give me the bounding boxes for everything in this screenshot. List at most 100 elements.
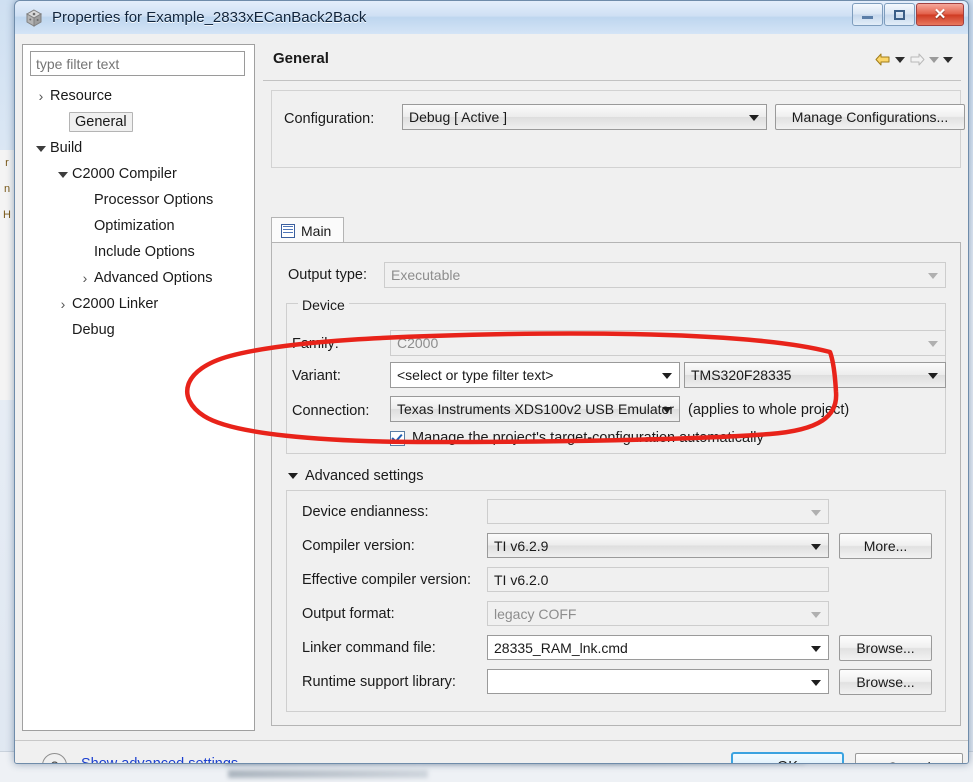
advanced-row-device-endianness: Device endianness: (286, 496, 946, 530)
dialog-body: Resource General Build C2000 Compiler Proces… (15, 34, 968, 763)
tab-main-label: Main (301, 222, 332, 239)
forward-arrow-icon (909, 52, 925, 67)
device-endianness-dropdown[interactable] (487, 499, 829, 524)
tab-main[interactable]: Main (271, 217, 345, 243)
linker-command-file-button[interactable]: Browse... (839, 635, 932, 661)
tree-item-optimization[interactable]: Optimization (23, 213, 254, 239)
tree-item-general[interactable]: General (23, 109, 254, 135)
connection-dropdown[interactable]: Texas Instruments XDS100v2 USB Emulator (390, 396, 680, 422)
tree-item-c2000-compiler[interactable]: C2000 Compiler (23, 161, 254, 187)
nav-menu-caret-icon[interactable] (943, 56, 953, 63)
tree-item-label: Build (50, 140, 83, 156)
advanced-row-effective-compiler-version: Effective compiler version: TI v6.2.0 (286, 564, 946, 598)
chevron-down-icon (811, 509, 821, 516)
chevron-down-icon (811, 543, 821, 550)
tree-item-label: Advanced Options (94, 270, 213, 286)
show-advanced-settings-link[interactable]: Show advanced settings (81, 756, 238, 763)
compiler-version-value: TI v6.2.9 (494, 537, 549, 554)
chevron-down-icon (928, 273, 938, 279)
back-dropdown-caret-icon[interactable] (895, 56, 905, 63)
page-title: General (273, 50, 329, 67)
tree-item-label: C2000 Compiler (72, 166, 177, 182)
footer-divider (15, 740, 968, 741)
advanced-row-linker-command-file: Linker command file: 28335_RAM_lnk.cmd Bro… (286, 632, 946, 666)
properties-dialog: Properties for Example_2833xECanBack2Bac… (14, 0, 969, 764)
connection-scope-note: (applies to whole project) (688, 402, 850, 418)
chevron-right-icon[interactable] (35, 88, 47, 104)
manage-configurations-button[interactable]: Manage Configurations... (775, 104, 965, 130)
variant-label: Variant: (292, 368, 341, 384)
title-bar: Properties for Example_2833xECanBack2Bac… (15, 1, 968, 35)
minimize-icon (862, 16, 873, 19)
filter-input[interactable] (30, 51, 245, 76)
tree-item-debug[interactable]: Debug (23, 317, 254, 343)
chevron-down-icon (928, 373, 938, 379)
bg-side-label: H (3, 209, 11, 221)
output-type-label: Output type: (288, 267, 367, 283)
chevron-right-icon[interactable] (57, 296, 69, 312)
family-value: C2000 (397, 335, 439, 351)
linker-command-file-value: 28335_RAM_lnk.cmd (494, 639, 628, 656)
question-mark-icon[interactable]: ? (42, 753, 67, 763)
chevron-down-icon (662, 373, 672, 379)
chevron-down-icon (811, 679, 821, 686)
cube-icon (24, 8, 44, 28)
cancel-button[interactable]: Cancel (855, 753, 963, 763)
settings-tree-pane: Resource General Build C2000 Compiler Proces… (22, 44, 255, 731)
linker-command-file-dropdown[interactable]: 28335_RAM_lnk.cmd (487, 635, 829, 660)
configuration-group: Configuration: Debug [ Active ] Manage C… (271, 90, 965, 168)
settings-tree: Resource General Build C2000 Compiler Proces… (23, 83, 254, 343)
maximize-button[interactable] (884, 3, 915, 26)
configuration-dropdown[interactable]: Debug [ Active ] (402, 104, 767, 130)
linker-command-file-label: Linker command file: (302, 640, 436, 656)
runtime-support-library-button[interactable]: Browse... (839, 669, 932, 695)
minimize-button[interactable] (852, 3, 883, 26)
back-arrow-icon[interactable] (875, 52, 891, 67)
connection-label: Connection: (292, 403, 370, 419)
output-type-dropdown[interactable]: Executable (384, 262, 946, 288)
runtime-support-library-dropdown[interactable] (487, 669, 829, 694)
tree-item-label: General (69, 112, 133, 132)
advanced-settings-toggle[interactable]: Advanced settings (288, 468, 424, 484)
tree-item-include-options[interactable]: Include Options (23, 239, 254, 265)
configuration-value: Debug [ Active ] (409, 109, 508, 125)
family-dropdown[interactable]: C2000 (390, 330, 946, 356)
bg-side-label: n (3, 183, 11, 195)
chevron-right-icon[interactable] (79, 270, 91, 286)
window-title: Properties for Example_2833xECanBack2Bac… (52, 9, 367, 26)
tree-item-label: Include Options (94, 244, 195, 260)
manage-target-config-checkbox[interactable] (390, 430, 405, 446)
variant-dropdown[interactable]: TMS320F28335 (684, 362, 946, 388)
tree-item-c2000-linker[interactable]: C2000 Linker (23, 291, 254, 317)
close-button[interactable]: ✕ (916, 3, 964, 26)
runtime-support-library-label: Runtime support library: (302, 674, 456, 690)
tree-item-label: Processor Options (94, 192, 214, 208)
chevron-down-icon (928, 341, 938, 347)
tree-item-resource[interactable]: Resource (23, 83, 254, 109)
tree-item-label: Debug (72, 322, 115, 338)
variant-value: TMS320F28335 (691, 367, 792, 383)
variant-filter-dropdown[interactable]: <select or type filter text> (390, 362, 680, 388)
compiler-version-dropdown[interactable]: TI v6.2.9 (487, 533, 829, 558)
manage-target-config-row[interactable]: Manage the project's target-configuratio… (390, 430, 764, 446)
tree-item-label: Resource (50, 88, 113, 104)
close-icon: ✕ (933, 6, 947, 23)
tree-item-label: Optimization (94, 218, 175, 234)
output-format-dropdown[interactable]: legacy COFF (487, 601, 829, 626)
background-side-strip: r n H (0, 150, 15, 400)
tree-item-advanced-options[interactable]: Advanced Options (23, 265, 254, 291)
document-lines-icon (281, 223, 295, 238)
output-type-value: Executable (391, 267, 461, 283)
forward-dropdown-caret-icon (929, 56, 939, 63)
advanced-row-output-format: Output format: legacy COFF (286, 598, 946, 632)
chevron-down-icon[interactable] (35, 143, 47, 153)
ok-button[interactable]: OK (731, 752, 844, 763)
compiler-version-label: Compiler version: (302, 538, 415, 554)
chevron-down-icon[interactable] (57, 169, 69, 179)
tree-item-build[interactable]: Build (23, 135, 254, 161)
configuration-label: Configuration: (284, 111, 375, 127)
chevron-down-icon (662, 407, 672, 413)
tree-item-processor-options[interactable]: Processor Options (23, 187, 254, 213)
compiler-version-button[interactable]: More... (839, 533, 932, 559)
effective-compiler-version-label: Effective compiler version: (302, 572, 471, 588)
